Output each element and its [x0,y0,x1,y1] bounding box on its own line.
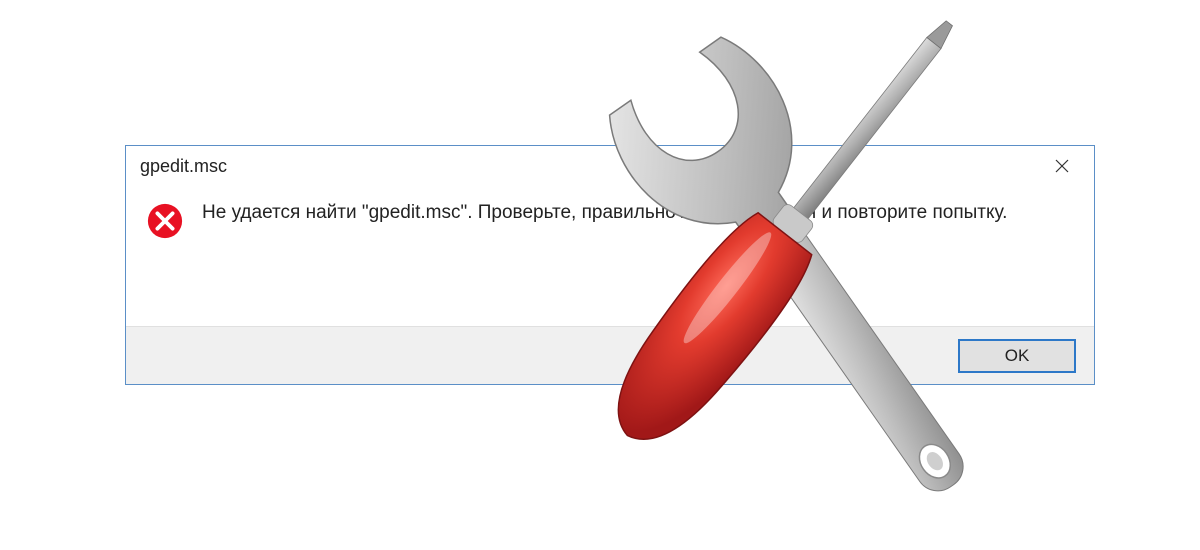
ok-button-label: OK [1005,346,1030,366]
close-button[interactable] [1040,151,1084,181]
dialog-body: Не удается найти "gpedit.msc". Проверьте… [126,186,1094,250]
error-dialog: gpedit.msc Не удается найти "gpedit.msc"… [125,145,1095,385]
error-icon [146,202,184,240]
close-icon [1054,158,1070,174]
dialog-message: Не удается найти "gpedit.msc". Проверьте… [202,200,1007,226]
dialog-title: gpedit.msc [140,156,227,177]
ok-button[interactable]: OK [958,339,1076,373]
dialog-footer: OK [126,326,1094,384]
dialog-titlebar: gpedit.msc [126,146,1094,186]
